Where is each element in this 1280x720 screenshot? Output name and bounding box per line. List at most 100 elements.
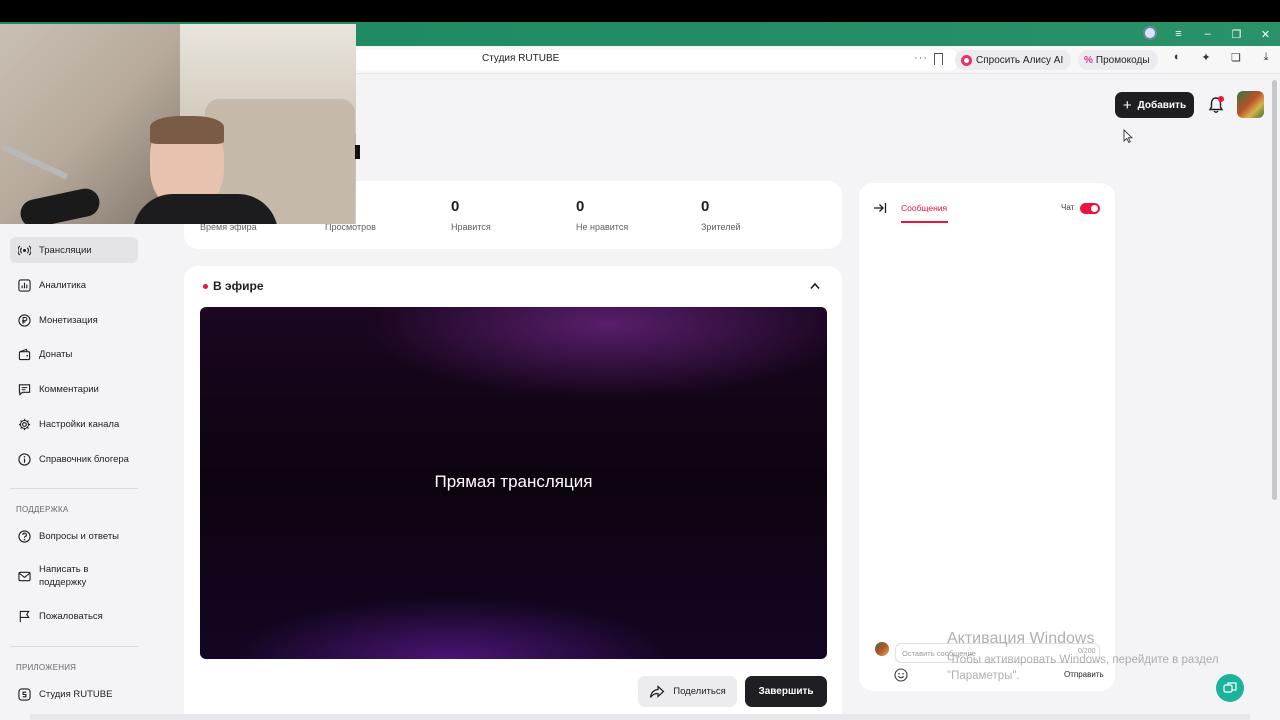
- address-field[interactable]: [356, 50, 956, 70]
- flag-icon: [19, 610, 30, 622]
- activation-watermark-title: Активация Windows: [947, 630, 1095, 647]
- promo-button[interactable]: % Промокоды: [1078, 50, 1158, 70]
- webcam-person-hair: [150, 116, 224, 144]
- promo-button-label: Промокоды: [1095, 54, 1150, 66]
- share-button-label: Поделиться: [673, 686, 726, 697]
- alice-icon: [961, 54, 972, 66]
- bookmark-icon[interactable]: [934, 53, 943, 65]
- live-indicator: [203, 284, 208, 289]
- sidebar-item-analytics[interactable]: Аналитика: [10, 272, 138, 298]
- more-options-icon[interactable]: ···: [914, 52, 928, 64]
- wallet-icon: [18, 348, 31, 360]
- tab-messages[interactable]: Сообщения: [901, 203, 947, 213]
- info-icon: [18, 452, 31, 466]
- collections-icon[interactable]: ❏: [1228, 51, 1244, 64]
- add-button[interactable]: + Добавить: [1115, 92, 1194, 118]
- analytics-icon: [18, 278, 31, 292]
- comment-icon: [18, 383, 31, 396]
- sidebar-item-studio-app[interactable]: Студия RUTUBE: [10, 681, 138, 707]
- page-scrollbar[interactable]: [1272, 80, 1277, 500]
- close-icon[interactable]: ✕: [1251, 28, 1280, 41]
- notification-badge: [1218, 96, 1224, 102]
- chat-toggle[interactable]: [1080, 203, 1100, 214]
- alice-button[interactable]: Спросить Алису AI: [955, 50, 1072, 70]
- chevron-up-icon[interactable]: [809, 281, 821, 291]
- sidebar-item-label: Написать в поддержку: [39, 564, 89, 588]
- mail-icon: [18, 571, 31, 581]
- stat-value: 0: [701, 198, 710, 215]
- avatar[interactable]: [1237, 91, 1264, 118]
- chat-toggle-label: Чат: [1061, 203, 1075, 212]
- sidebar-item-label: Комментарии: [39, 383, 99, 395]
- sidebar-item-label: Аналитика: [39, 279, 87, 291]
- stat-label: Зрителей: [701, 222, 741, 232]
- sidebar-item-label: Настройки канала: [39, 418, 120, 430]
- help-chat-button[interactable]: [1216, 674, 1244, 702]
- sidebar-item-monetization[interactable]: Монетизация: [10, 307, 138, 333]
- sidebar-divider: [10, 488, 138, 489]
- webcam-person-shirt: [133, 194, 278, 224]
- screen: ≡ – ❐ ✕ Студия RUTUBE ··· Спросить Алису…: [0, 0, 1280, 720]
- stat-value: 0: [451, 198, 460, 215]
- sidebar-apps-header: ПРИЛОЖЕНИЯ: [16, 663, 77, 672]
- sidebar-item-channel-settings[interactable]: Настройки канала: [10, 411, 138, 437]
- broadcast-icon: [18, 244, 31, 256]
- add-button-label: Добавить: [1137, 99, 1187, 111]
- microphone-icon: [17, 185, 103, 224]
- sidebar-item-label: Трансляции: [39, 244, 92, 256]
- extensions-icon[interactable]: ✦: [1198, 51, 1214, 64]
- ruble-icon: [18, 313, 31, 327]
- stat-label: Нравится: [451, 222, 491, 232]
- chat-panel: [859, 183, 1115, 691]
- sidebar-item-comments[interactable]: Комментарии: [10, 376, 138, 402]
- chat-avatar: [875, 642, 889, 656]
- sidebar-item-broadcasts[interactable]: Трансляции: [10, 237, 138, 263]
- page-title-tab: Студия RUTUBE: [482, 53, 560, 64]
- minimize-icon[interactable]: –: [1193, 28, 1222, 40]
- end-stream-button[interactable]: Завершить: [745, 676, 827, 707]
- sidebar-support-header: ПОДДЕРЖКА: [16, 505, 69, 514]
- share-button[interactable]: Поделиться: [638, 676, 737, 707]
- promo-icon: %: [1084, 54, 1093, 66]
- sidebar-item-label: Справочник блогера: [39, 453, 129, 465]
- sidebar-item-label: Вопросы и ответы: [39, 530, 120, 542]
- restore-icon[interactable]: ❐: [1222, 28, 1251, 41]
- shield-icon[interactable]: ◖: [1168, 51, 1184, 64]
- stat-value: 0: [576, 198, 585, 215]
- menu-icon[interactable]: ≡: [1164, 28, 1193, 40]
- plus-icon: +: [1122, 96, 1132, 114]
- stat-label: Не нравится: [576, 222, 629, 232]
- tab-underline: [901, 221, 948, 223]
- sidebar-item-label: Монетизация: [39, 314, 98, 326]
- share-icon: [650, 684, 665, 698]
- sidebar-item-contact-support[interactable]: Написать в поддержку: [10, 559, 138, 593]
- sidebar-item-label: Донаты: [39, 348, 73, 360]
- letterbox-top: [0, 0, 1280, 22]
- studio-icon: [18, 687, 31, 701]
- webcam-overlay: [0, 24, 356, 224]
- sidebar-item-donations[interactable]: Донаты: [10, 341, 138, 367]
- page-title-fragment: [355, 145, 360, 159]
- mouse-cursor-icon: [1123, 129, 1133, 143]
- gear-icon: [18, 418, 31, 430]
- profile-icon[interactable]: [1135, 25, 1164, 43]
- download-icon[interactable]: ⤓: [1258, 51, 1274, 64]
- chat-bubble-icon: [1223, 682, 1237, 693]
- sidebar-item-report[interactable]: Пожаловаться: [10, 603, 138, 629]
- sidebar-item-faq[interactable]: Вопросы и ответы: [10, 523, 138, 549]
- live-title: В эфире: [213, 279, 264, 293]
- collapse-panel-icon[interactable]: [873, 201, 887, 215]
- window-controls: ≡ – ❐ ✕: [1135, 22, 1280, 46]
- player-text: Прямая трансляция: [434, 472, 593, 491]
- sidebar-item-label: Студия RUTUBE: [39, 688, 113, 700]
- sidebar-item-blogger-guide[interactable]: Справочник блогера: [10, 446, 138, 472]
- question-icon: [18, 529, 31, 543]
- alice-button-label: Спросить Алису AI: [976, 54, 1064, 66]
- sidebar-item-label: Пожаловаться: [39, 610, 103, 622]
- toolbar-icons: ◖ ✦ ❏ ⤓: [1168, 51, 1274, 64]
- sidebar-divider: [10, 646, 138, 647]
- end-button-label: Завершить: [758, 686, 814, 697]
- emoji-icon[interactable]: [894, 668, 908, 682]
- mic-arm: [2, 144, 68, 180]
- stream-player[interactable]: Прямая трансляция: [200, 307, 827, 659]
